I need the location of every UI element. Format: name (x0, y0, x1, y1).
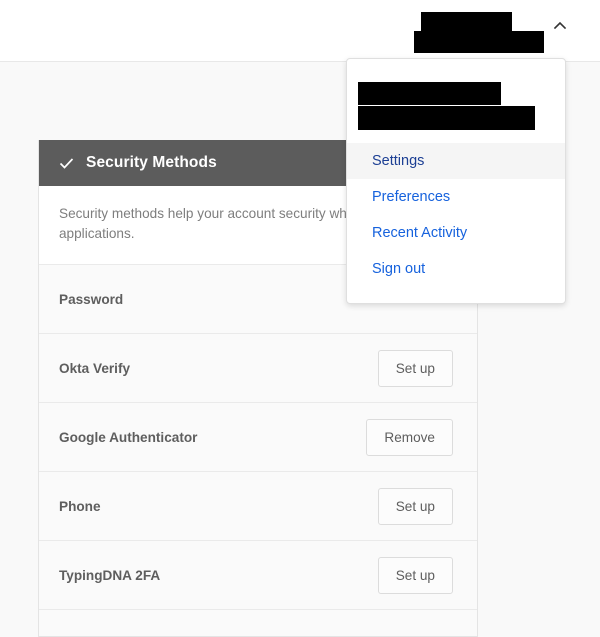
menu-item-recent-activity[interactable]: Recent Activity (347, 215, 565, 251)
dropdown-account-header (347, 59, 565, 130)
user-menu-trigger[interactable] (414, 10, 567, 53)
top-bar (0, 0, 600, 62)
dropdown-links: Settings Preferences Recent Activity Sig… (347, 142, 565, 287)
app-screen: Security Methods Security methods help y… (0, 0, 600, 637)
setup-button[interactable]: Set up (377, 487, 453, 525)
remove-button[interactable]: Remove (366, 418, 453, 456)
account-name-redacted (358, 82, 501, 105)
card-footer (39, 610, 477, 636)
method-name: Phone (59, 498, 101, 514)
table-row: Google Authenticator Remove (39, 403, 477, 472)
check-icon (59, 156, 74, 171)
table-row: Phone Set up (39, 472, 477, 541)
chevron-up-icon[interactable] (553, 19, 567, 33)
user-dropdown-menu: Settings Preferences Recent Activity Sig… (346, 58, 566, 304)
menu-item-sign-out[interactable]: Sign out (347, 251, 565, 287)
method-name: Password (59, 291, 124, 307)
method-name: Okta Verify (59, 360, 131, 376)
menu-item-preferences[interactable]: Preferences (347, 179, 565, 215)
setup-button[interactable]: Set up (377, 349, 453, 387)
menu-item-settings[interactable]: Settings (347, 143, 565, 179)
table-row: Okta Verify Set up (39, 334, 477, 403)
card-title: Security Methods (86, 154, 217, 171)
account-email-redacted (358, 106, 535, 130)
table-row: TypingDNA 2FA Set up (39, 541, 477, 610)
method-name: TypingDNA 2FA (59, 567, 161, 583)
user-name-redacted (414, 10, 544, 53)
method-name: Google Authenticator (59, 429, 198, 445)
redaction-block (414, 31, 544, 53)
setup-button[interactable]: Set up (377, 556, 453, 594)
